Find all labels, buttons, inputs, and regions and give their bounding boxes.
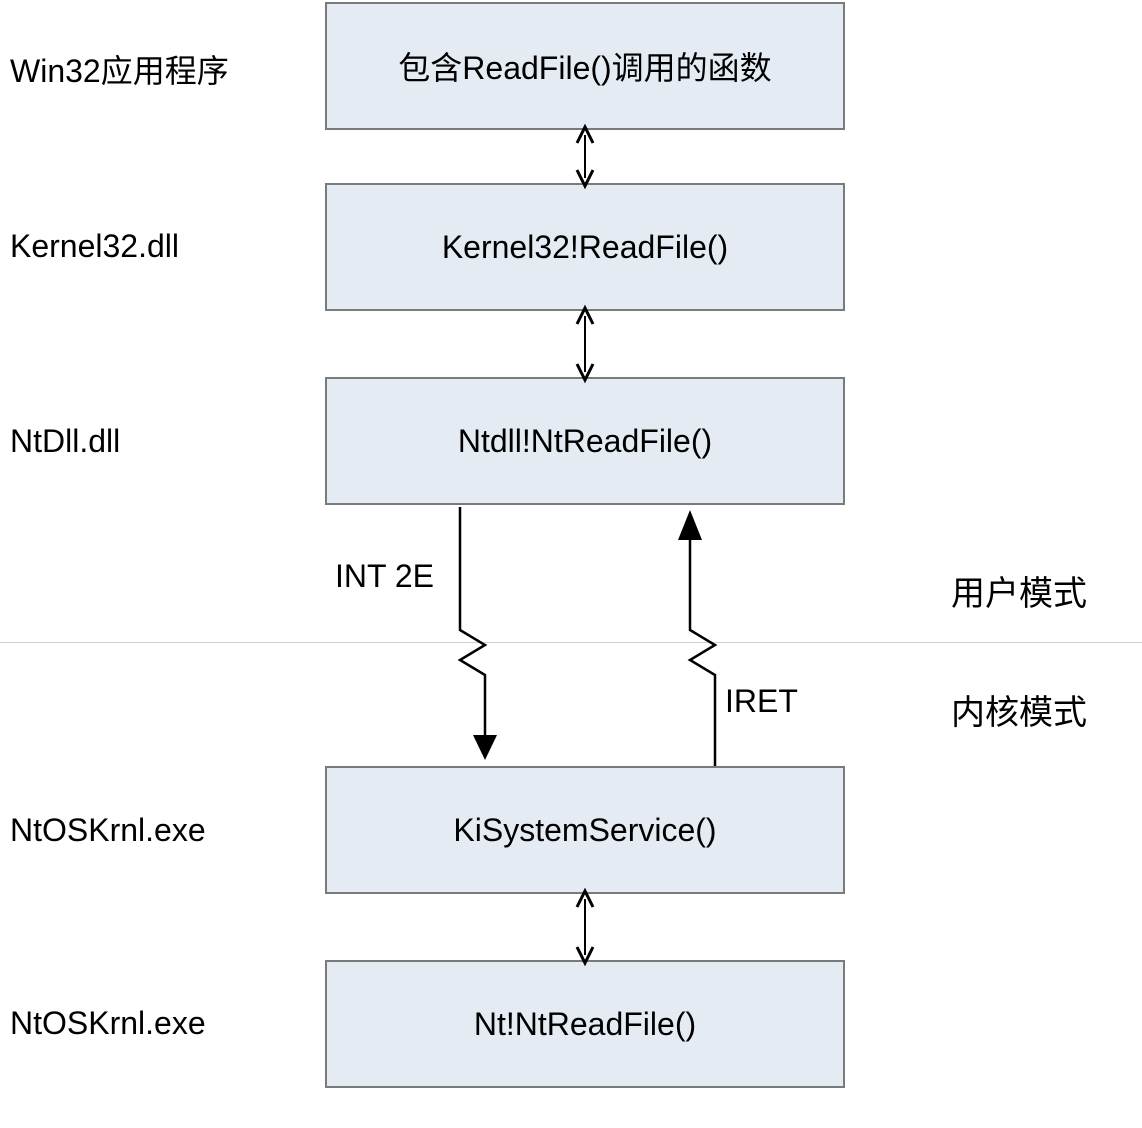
call-stack-diagram: Win32应用程序 Kernel32.dll NtDll.dll NtOSKrn… bbox=[0, 0, 1142, 1128]
annotation-int2e: INT 2E bbox=[335, 558, 434, 595]
label-ntoskrnl-2: NtOSKrnl.exe bbox=[10, 1005, 206, 1042]
box-nt-ntreadfile: Nt!NtReadFile() bbox=[325, 960, 845, 1088]
box-text: Nt!NtReadFile() bbox=[474, 1006, 696, 1043]
box-text: KiSystemService() bbox=[453, 812, 716, 849]
box-text: Kernel32!ReadFile() bbox=[442, 229, 728, 266]
box-readfile-call: 包含ReadFile()调用的函数 bbox=[325, 2, 845, 130]
mode-divider bbox=[0, 642, 1142, 643]
label-user-mode: 用户模式 bbox=[951, 566, 1087, 615]
label-win32-app: Win32应用程序 bbox=[10, 46, 229, 92]
box-kernel32-readfile: Kernel32!ReadFile() bbox=[325, 183, 845, 311]
label-ntoskrnl-1: NtOSKrnl.exe bbox=[10, 812, 206, 849]
label-kernel32-dll: Kernel32.dll bbox=[10, 228, 179, 265]
arrow-int2e bbox=[460, 507, 485, 740]
arrow-iret-head bbox=[678, 510, 702, 540]
arrow-iret bbox=[690, 540, 715, 766]
label-ntdll-dll: NtDll.dll bbox=[10, 423, 120, 460]
arrow-int2e-head bbox=[473, 735, 497, 760]
arrows-layer bbox=[0, 0, 1142, 1128]
box-kisystemservice: KiSystemService() bbox=[325, 766, 845, 894]
box-ntdll-ntreadfile: Ntdll!NtReadFile() bbox=[325, 377, 845, 505]
label-kernel-mode: 内核模式 bbox=[951, 685, 1087, 734]
box-text: 包含ReadFile()调用的函数 bbox=[398, 43, 771, 89]
annotation-iret: IRET bbox=[725, 683, 798, 720]
box-text: Ntdll!NtReadFile() bbox=[458, 423, 712, 460]
